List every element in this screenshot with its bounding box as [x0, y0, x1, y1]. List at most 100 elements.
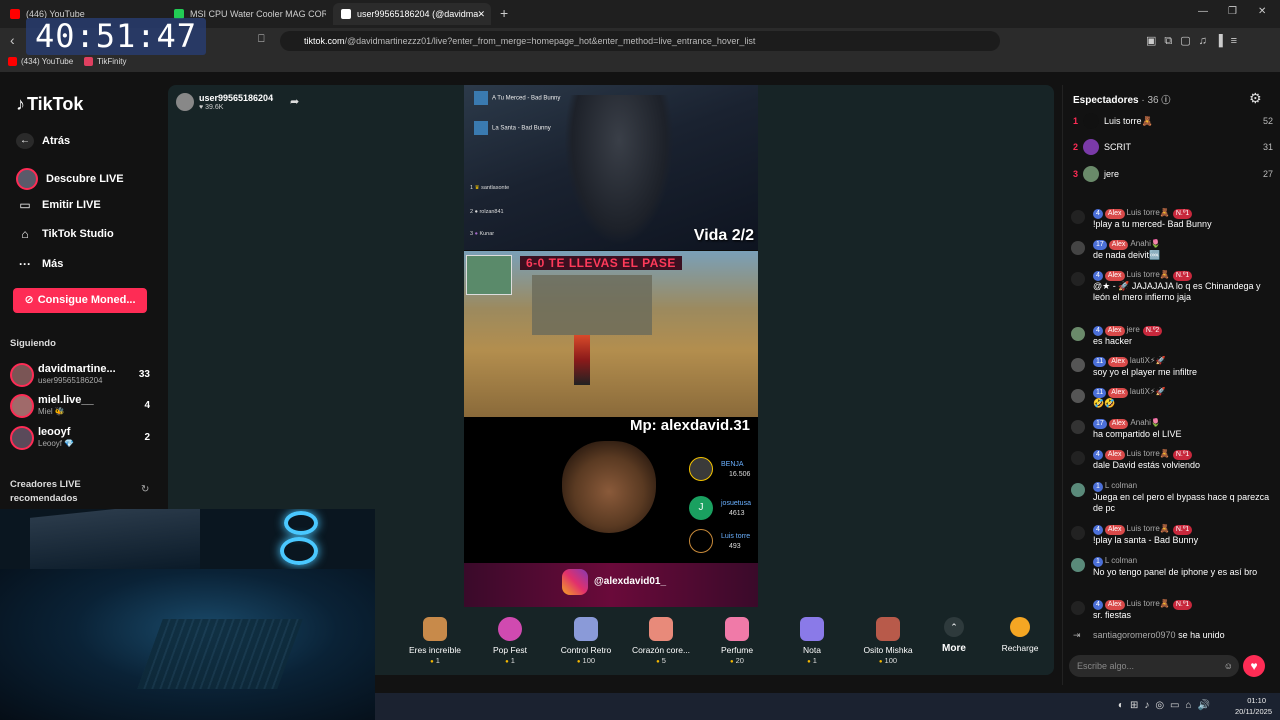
nav-tiktok-studio[interactable]: ⌂ TikTok Studio: [16, 227, 113, 241]
gift-item[interactable]: Perfume20: [700, 617, 774, 665]
gift-item[interactable]: Osito Mishka100: [851, 617, 925, 665]
avatar[interactable]: [1071, 210, 1085, 224]
more-gifts-button[interactable]: ⌃ More: [917, 617, 991, 654]
maximize-button[interactable]: ❐: [1228, 6, 1237, 17]
like-heart-button[interactable]: ♥: [1243, 655, 1265, 677]
chat-username[interactable]: L colman: [1105, 481, 1137, 490]
chat-username[interactable]: Luis torre🧸: [1127, 524, 1170, 533]
rank-score: 493: [729, 543, 741, 550]
gift-price: 1: [775, 656, 849, 665]
gift-item[interactable]: Nota1: [775, 617, 849, 665]
mini-gifter-rank: 2: [470, 209, 474, 215]
url-field[interactable]: tiktok.com/@davidmartinezzz01/live?enter…: [280, 31, 1000, 51]
chevron-up-icon: ⌃: [944, 617, 964, 637]
refresh-icon[interactable]: ↻: [141, 484, 149, 495]
avatar: [1083, 139, 1099, 155]
webcam-keyboard: [137, 619, 303, 689]
following-item[interactable]: davidmartine... user99565186204 33: [10, 361, 150, 389]
avatar[interactable]: [1071, 483, 1085, 497]
following-sub: user99565186204: [38, 376, 103, 385]
top-viewer-name: SCRIT: [1104, 142, 1131, 152]
gift-name: Pop Fest: [492, 645, 528, 655]
top-viewer[interactable]: 2 SCRIT 31: [1073, 138, 1273, 158]
top-viewer[interactable]: 1 Luis torre🧸 52: [1073, 112, 1273, 132]
bookmark-tikfinity[interactable]: TikFinity: [84, 57, 126, 66]
mini-gifter-rank: 3: [470, 231, 474, 237]
tab-label: MSI CPU Water Cooler MAG CORELIQ: [190, 9, 326, 19]
minimize-button[interactable]: —: [1198, 6, 1208, 17]
avatar[interactable]: [1071, 327, 1085, 341]
following-item[interactable]: leooyf Leooyf 💎 2: [10, 424, 150, 452]
chat-username[interactable]: Anahi🌷: [1130, 418, 1160, 427]
gift-item[interactable]: Control Retro100: [549, 617, 623, 665]
nav-discover-live[interactable]: Descubre LIVE: [16, 168, 124, 190]
back-icon[interactable]: ‹: [10, 32, 15, 48]
bookmark-icon[interactable]: ⎕: [258, 33, 265, 46]
avatar[interactable]: [1071, 526, 1085, 540]
tiktok-icon: [341, 9, 351, 19]
song-item: A Tu Merced - Bad Bunny: [474, 91, 560, 105]
song-cover-icon: [474, 121, 488, 135]
avatar[interactable]: [1071, 558, 1085, 572]
gift-item[interactable]: Pop Fest1: [473, 617, 547, 665]
chat-username[interactable]: Luis torre🧸: [1127, 599, 1170, 608]
nav-go-live[interactable]: ▭ Emitir LIVE: [16, 198, 100, 212]
tray-icons[interactable]: ◐⊞♪◎▭⌂🔊: [1118, 700, 1216, 711]
level-badge: 17: [1093, 240, 1107, 250]
chat-input[interactable]: Escribe algo... ☺: [1069, 655, 1239, 677]
settings-gear-icon[interactable]: ⚙: [1249, 90, 1262, 107]
gift-price: 1: [473, 656, 547, 665]
bookmark-youtube[interactable]: (434) YouTube: [8, 57, 73, 66]
get-coins-button[interactable]: ⊘ Consigue Moned...: [13, 288, 147, 313]
emoji-icon[interactable]: ☺: [1224, 655, 1233, 677]
streamer-name[interactable]: user99565186204: [199, 93, 273, 103]
extension-icons[interactable]: ▣⧉▢♫▐≡: [1146, 34, 1245, 48]
webcam-overlay: [0, 509, 375, 720]
video-stream[interactable]: A Tu Merced - Bad Bunny La Santa - Bad B…: [464, 85, 758, 607]
ellipsis-icon: ···: [19, 257, 31, 271]
chat-username[interactable]: Luis torre🧸: [1127, 270, 1170, 279]
chat-username[interactable]: L colman: [1105, 556, 1137, 565]
rank-entry: J josuetusa 4613: [669, 496, 758, 522]
tiktok-logo[interactable]: ♪ TikTok: [16, 94, 83, 115]
following-name: miel.live__: [38, 394, 94, 406]
rank-badge: N.º1: [1172, 525, 1193, 535]
rank-badge: N.º1: [1172, 271, 1193, 281]
streamer-avatar[interactable]: [176, 93, 194, 111]
bear-logo: [562, 441, 656, 533]
discover-avatar-icon: [16, 168, 38, 190]
avatar[interactable]: [1071, 241, 1085, 255]
tab-label: user99565186204 (@davidma: [357, 9, 479, 19]
nav-more[interactable]: ··· Más: [16, 257, 63, 271]
avatar[interactable]: [1071, 389, 1085, 403]
nav-label: Atrás: [42, 135, 71, 147]
chat-message-text: sr. fiestas: [1093, 610, 1132, 620]
avatar[interactable]: [1071, 358, 1085, 372]
level-badge: 4: [1093, 271, 1103, 281]
chat-username[interactable]: lautiX⚡🚀: [1130, 387, 1166, 396]
recharge-button[interactable]: Recharge: [985, 617, 1054, 653]
avatar[interactable]: [1071, 272, 1085, 286]
avatar[interactable]: [1071, 451, 1085, 465]
top-viewer[interactable]: 3 jere 27: [1073, 165, 1273, 185]
close-window-button[interactable]: ✕: [1258, 6, 1266, 17]
gift-item[interactable]: Corazón core...5: [624, 617, 698, 665]
avatar[interactable]: [1071, 601, 1085, 615]
chat-message-header: 4 Alex Luis torre🧸 N.º1: [1093, 208, 1194, 219]
chat-username[interactable]: Anahi🌷: [1130, 239, 1160, 248]
info-icon[interactable]: ⓘ: [1161, 95, 1170, 105]
avatar[interactable]: [1071, 420, 1085, 434]
nav-back[interactable]: ← Atrás: [16, 133, 70, 149]
chat-username[interactable]: Luis torre🧸: [1127, 449, 1170, 458]
share-icon[interactable]: ➦: [290, 95, 299, 108]
gift-item[interactable]: Eres increíble1: [398, 617, 472, 665]
avatar: [1083, 166, 1099, 182]
close-tab-icon[interactable]: ✕: [477, 9, 485, 20]
chat-username[interactable]: lautiX⚡🚀: [1130, 356, 1166, 365]
new-tab-button[interactable]: +: [500, 5, 508, 21]
tab-tiktok[interactable]: user99565186204 (@davidma ✕: [333, 3, 491, 25]
chat-username[interactable]: jere: [1127, 325, 1140, 334]
following-item[interactable]: miel.live__ Miel 🐝 4: [10, 392, 150, 420]
bookmark-label: (434) YouTube: [21, 57, 74, 66]
chat-username[interactable]: Luis torre🧸: [1127, 208, 1170, 217]
